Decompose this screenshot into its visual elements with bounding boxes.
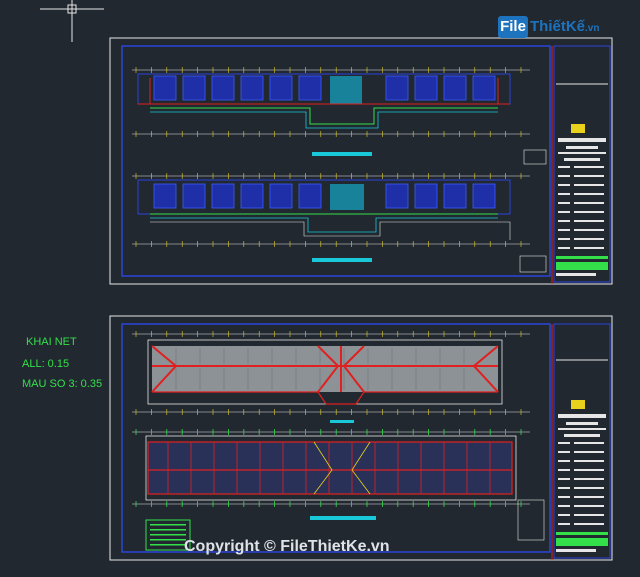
filethietke-logo[interactable]: File ThiếtKế.vn — [498, 14, 610, 40]
title-block-1 — [551, 45, 611, 284]
title-block-logo-icon-2 — [571, 400, 585, 409]
layer-label-title: KHAI NET — [26, 336, 77, 348]
copyright-watermark: Copyright © FileThietKe.vn — [184, 538, 390, 555]
logo-domain: .vn — [585, 23, 600, 34]
logo-badge: File — [498, 16, 528, 38]
floor-plan-2 — [132, 173, 547, 273]
roof-plan — [132, 331, 530, 423]
roof-framing-plan — [132, 429, 545, 541]
title-block-2 — [551, 323, 611, 560]
layer-label-mau-so-3: MAU SO 3: 0.35 — [22, 378, 103, 390]
layer-label-all: ALL: 0.15 — [22, 358, 70, 370]
logo-name: ThiếtKế — [530, 18, 586, 35]
drawing-sheet-1[interactable] — [109, 37, 613, 285]
cad-canvas[interactable] — [0, 0, 640, 577]
floor-plan-1 — [132, 67, 547, 165]
title-block-logo-icon — [571, 124, 585, 133]
drawing-sheet-2[interactable] — [109, 315, 613, 561]
crosshair-icon — [40, 0, 104, 42]
sheet-1-border — [109, 37, 613, 285]
logo-text: ThiếtKế.vn — [530, 18, 599, 35]
